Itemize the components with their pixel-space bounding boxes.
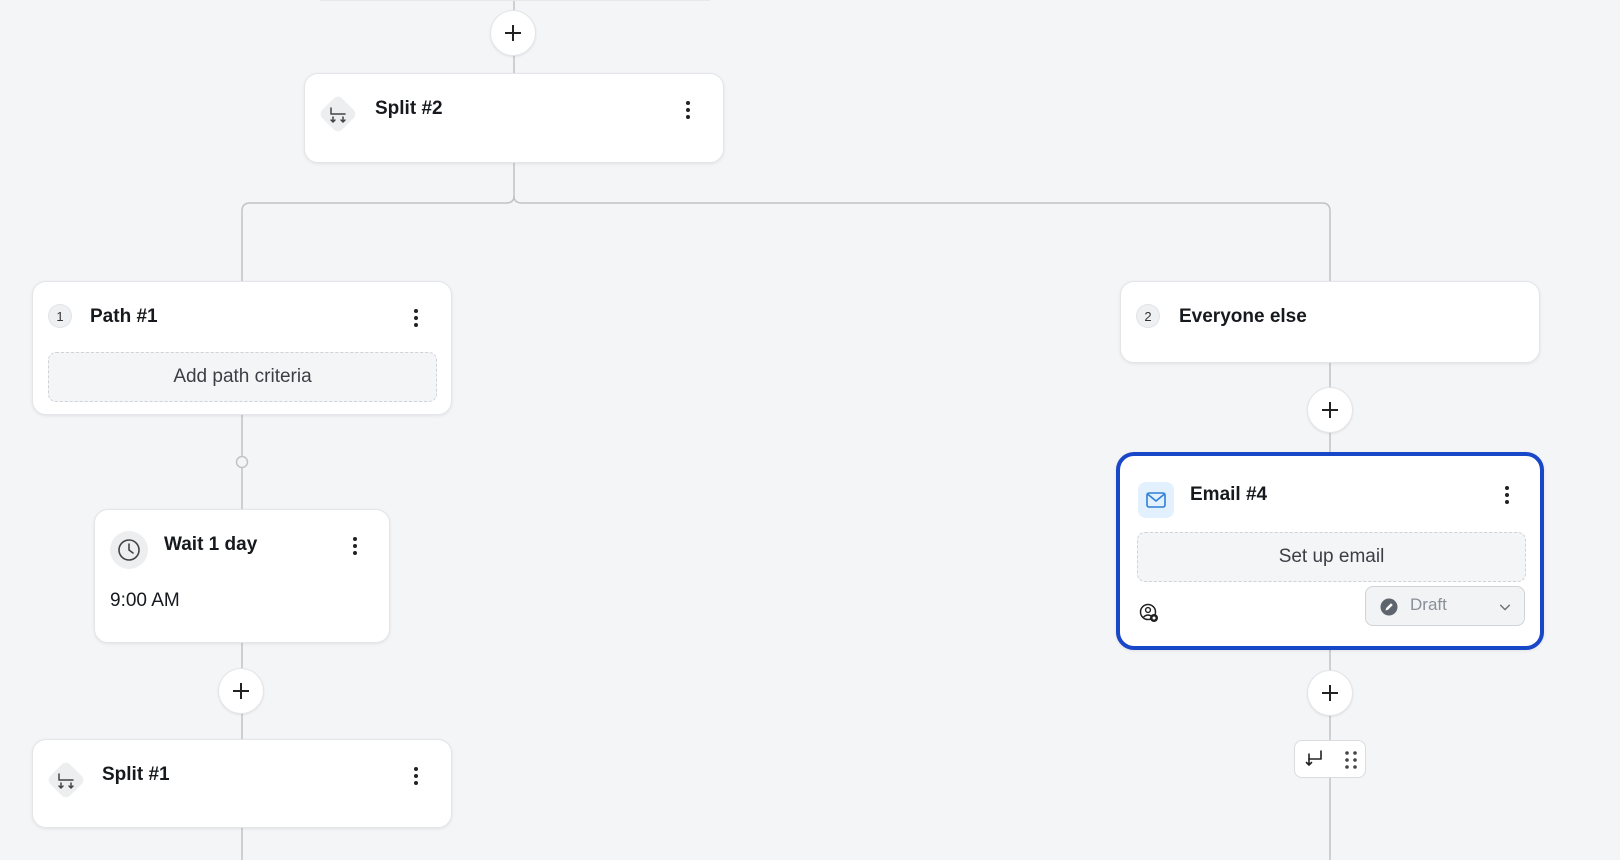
email-status-label: Draft	[1410, 595, 1447, 614]
split-icon	[320, 96, 356, 132]
kebab-dot	[353, 551, 357, 555]
draft-pencil-icon	[1380, 598, 1398, 616]
kebab-dot	[414, 316, 418, 320]
clock-icon	[110, 531, 148, 569]
add-step-button-everyone-else[interactable]	[1307, 387, 1353, 433]
kebab-dot	[414, 309, 418, 313]
kebab-dot	[686, 101, 690, 105]
split-1-title: Split #1	[102, 764, 170, 785]
wait-title: Wait 1 day	[164, 534, 258, 555]
split-2-menu-button[interactable]	[678, 97, 698, 123]
wait-time: 9:00 AM	[110, 590, 180, 611]
kebab-dot	[1505, 500, 1509, 504]
email-4-menu-button[interactable]	[1497, 482, 1517, 508]
split-2-title: Split #2	[375, 98, 443, 119]
exit-branch-icon[interactable]	[1303, 748, 1327, 772]
split-1-menu-button[interactable]	[406, 763, 426, 789]
connector-lines	[235, 0, 1331, 860]
split-2-node[interactable]: Split #2	[304, 73, 724, 163]
add-step-button-email[interactable]	[1307, 670, 1353, 716]
wait-menu-button[interactable]	[345, 533, 365, 559]
kebab-dot	[414, 323, 418, 327]
kebab-dot	[353, 537, 357, 541]
kebab-dot	[414, 774, 418, 778]
kebab-dot	[414, 767, 418, 771]
kebab-dot	[1505, 493, 1509, 497]
everyone-else-node[interactable]: 2 Everyone else	[1120, 281, 1540, 363]
kebab-dot	[353, 544, 357, 548]
path-1-node[interactable]: 1 Path #1 Add path criteria	[32, 281, 452, 415]
set-up-email-button[interactable]: Set up email	[1137, 532, 1526, 582]
path-number-badge: 1	[48, 304, 72, 328]
kebab-dot	[414, 781, 418, 785]
audience-settings-icon[interactable]	[1138, 602, 1160, 624]
add-step-button-top[interactable]	[490, 10, 536, 56]
path-1-title: Path #1	[90, 306, 158, 327]
kebab-dot	[686, 115, 690, 119]
kebab-dot	[686, 108, 690, 112]
chevron-down-icon	[1499, 604, 1511, 611]
email-status-dropdown[interactable]: Draft	[1365, 586, 1525, 626]
top-divider	[320, 0, 710, 1]
kebab-dot	[1505, 486, 1509, 490]
email-4-title: Email #4	[1190, 484, 1268, 505]
email-4-node[interactable]: Email #4 Set up email Draft	[1116, 452, 1544, 650]
path-1-menu-button[interactable]	[406, 305, 426, 331]
exit-node-toolbar[interactable]	[1294, 740, 1366, 778]
path-number-badge: 2	[1136, 304, 1160, 328]
split-1-node[interactable]: Split #1	[32, 739, 452, 828]
wait-node[interactable]: Wait 1 day 9:00 AM	[94, 509, 390, 643]
email-icon	[1138, 482, 1174, 518]
workflow-canvas[interactable]: Split #2 1 Path #1 Add path criteria 2 E…	[0, 0, 1620, 860]
drag-handle-icon[interactable]	[1343, 749, 1359, 771]
add-path-criteria-button[interactable]: Add path criteria	[48, 352, 437, 402]
split-icon	[48, 762, 84, 798]
everyone-else-title: Everyone else	[1179, 306, 1307, 327]
add-step-button-wait[interactable]	[218, 668, 264, 714]
